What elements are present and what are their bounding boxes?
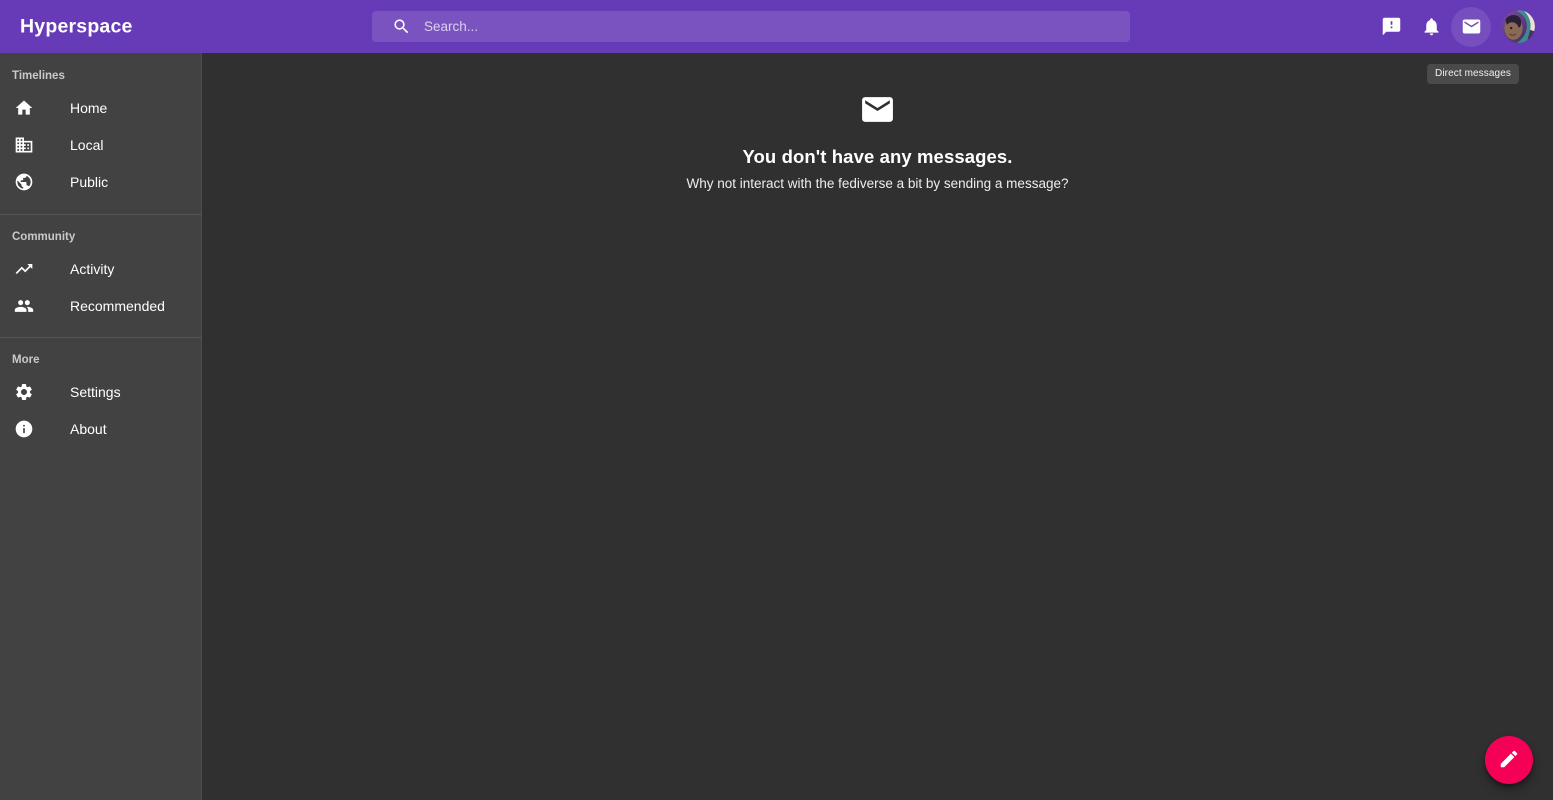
- public-globe-icon: [12, 170, 36, 194]
- sidebar-item-label: Recommended: [70, 297, 165, 314]
- top-app-bar: Hyperspace: [0, 0, 1553, 53]
- direct-messages-tooltip: Direct messages: [1427, 64, 1519, 84]
- compose-button[interactable]: [1485, 736, 1533, 784]
- empty-state: You don't have any messages. Why not int…: [202, 91, 1553, 191]
- pencil-icon: [1498, 748, 1520, 773]
- direct-messages-button[interactable]: [1451, 6, 1491, 47]
- sidebar-section-label-timelines: Timelines: [12, 70, 65, 82]
- sidebar-item-label: Activity: [70, 260, 115, 277]
- announcements-button[interactable]: [1371, 7, 1411, 47]
- notifications-button[interactable]: [1411, 7, 1451, 47]
- sidebar-item-label: Settings: [70, 384, 121, 400]
- domain-icon: [12, 133, 36, 157]
- sidebar-item-settings[interactable]: Settings: [0, 374, 201, 411]
- sidebar-item-recommended[interactable]: Recommended: [0, 287, 201, 324]
- sidebar-divider-2: [0, 337, 201, 338]
- empty-state-subtitle: Why not interact with the fediverse a bi…: [686, 176, 1069, 191]
- mail-envelope-icon: [202, 91, 1553, 128]
- empty-state-title: You don't have any messages.: [742, 146, 1013, 167]
- search-input[interactable]: [391, 11, 1130, 42]
- sidebar-group-community: Activity Recommended: [0, 250, 201, 324]
- sidebar: Timelines Home Local Public Community Ac…: [0, 53, 202, 800]
- sidebar-group-timelines: Home Local Public: [0, 90, 201, 201]
- sidebar-item-label: Local: [70, 137, 104, 153]
- sidebar-item-home[interactable]: Home: [0, 90, 201, 127]
- search-bar[interactable]: [372, 11, 1130, 42]
- app-brand-title: Hyperspace: [20, 15, 133, 37]
- appbar-actions: [1371, 0, 1539, 53]
- avatar: [1501, 10, 1535, 43]
- gear-icon: [12, 380, 36, 404]
- main-content: You don't have any messages. Why not int…: [202, 53, 1553, 800]
- sidebar-divider-1: [0, 213, 201, 215]
- trending-up-icon: [12, 257, 36, 281]
- sidebar-item-local[interactable]: Local: [0, 127, 201, 164]
- sidebar-item-label: Public: [70, 174, 109, 190]
- info-icon: [12, 417, 36, 441]
- home-icon: [12, 96, 36, 120]
- sidebar-section-label-community: Community: [12, 230, 76, 243]
- sidebar-item-label: About: [70, 421, 107, 437]
- people-icon: [12, 294, 36, 318]
- sidebar-item-about[interactable]: About: [0, 411, 201, 448]
- account-avatar-button[interactable]: [1497, 6, 1539, 48]
- sidebar-section-label-more: More: [12, 354, 40, 366]
- sidebar-item-activity[interactable]: Activity: [0, 250, 201, 287]
- sidebar-group-more: Settings About: [0, 374, 201, 448]
- sidebar-item-label: Home: [70, 100, 108, 116]
- sidebar-item-public[interactable]: Public: [0, 164, 201, 201]
- app-root: Hyperspace Search... Direct messages Tim…: [0, 0, 1553, 800]
